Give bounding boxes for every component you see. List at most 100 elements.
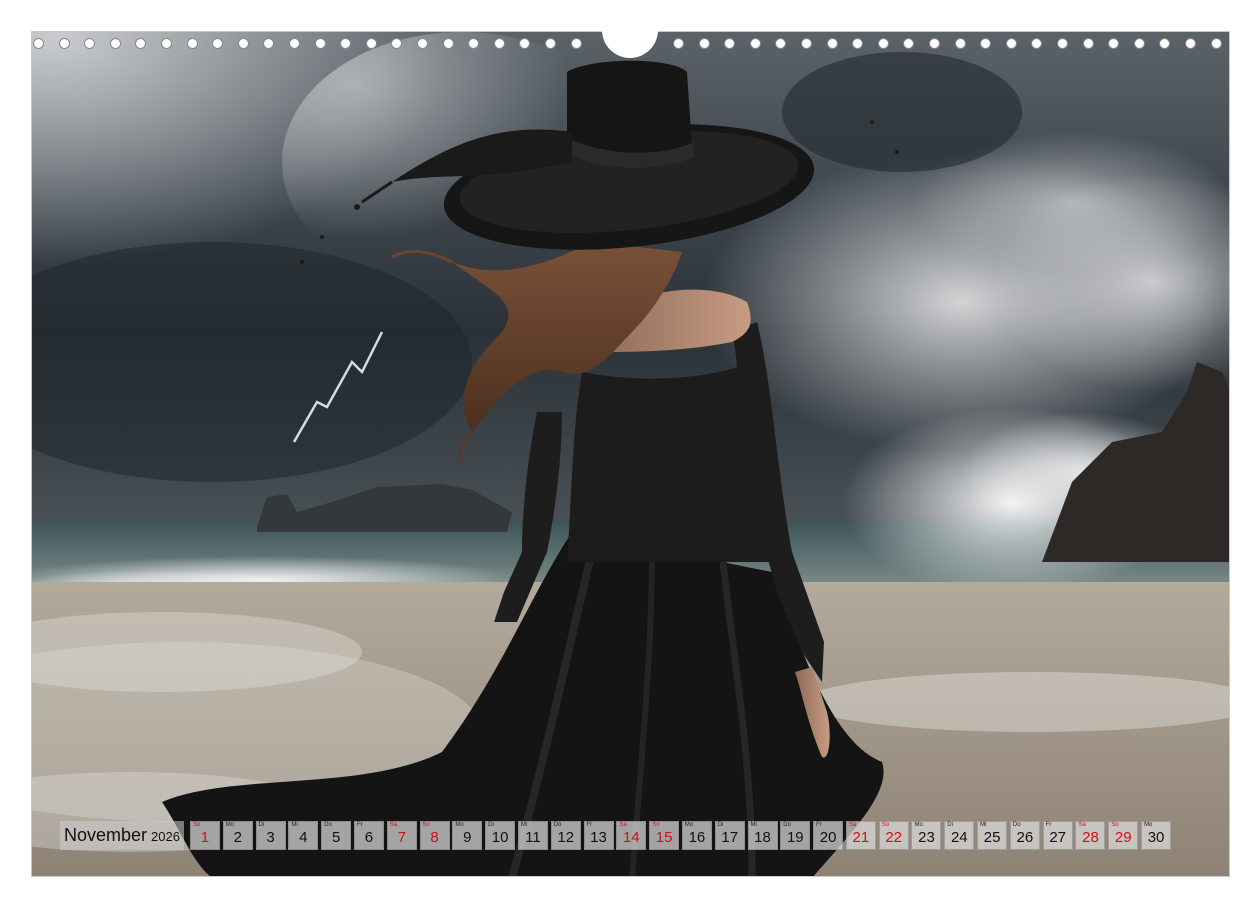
day-number: 11 [525, 829, 541, 846]
day-weekday: Mo [455, 822, 464, 828]
day-weekday: Fr [586, 822, 593, 828]
day-cell: Do 19 [780, 821, 811, 850]
binding-hole [1185, 38, 1196, 49]
binding-hole [1005, 38, 1017, 49]
day-cell: Sa 7 [386, 821, 417, 850]
day-weekday: Fr [816, 822, 822, 828]
day-weekday: So [192, 822, 201, 828]
binding-hole [391, 38, 403, 49]
day-number: 12 [557, 829, 575, 846]
month-label: November 2026 [60, 821, 184, 850]
day-weekday: Mi [980, 822, 987, 828]
day-number: 13 [590, 829, 607, 846]
day-weekday: Sa [848, 822, 857, 828]
day-weekday: Di [488, 822, 494, 828]
day-number: 6 [364, 829, 374, 846]
day-cell: So 8 [419, 821, 450, 850]
day-weekday: Do [1012, 822, 1021, 828]
day-weekday: So [652, 822, 660, 828]
binding-hole [980, 38, 992, 49]
day-cell: Di 24 [944, 821, 975, 850]
day-weekday: So [1111, 822, 1119, 828]
day-number: 17 [721, 829, 739, 846]
binding-hole [135, 38, 147, 49]
day-weekday: Di [717, 822, 724, 828]
binding-hole [1108, 38, 1120, 49]
day-weekday: Di [947, 822, 953, 828]
binding-hole [852, 38, 864, 49]
day-cell: Fr 6 [353, 821, 384, 850]
day-cell: Do 12 [550, 821, 581, 850]
day-number: 8 [430, 829, 439, 846]
day-cell: Mo 2 [222, 821, 253, 850]
day-weekday: Do [324, 822, 332, 828]
binding-hole [161, 38, 172, 49]
day-weekday: Mo [914, 822, 923, 828]
day-weekday: Mi [520, 822, 528, 828]
day-cell: Sa 21 [845, 821, 876, 850]
day-weekday: Fr [356, 822, 363, 828]
day-cell: Sa 28 [1075, 821, 1106, 850]
day-cell: Mi 25 [977, 821, 1008, 850]
day-cell: So 1 [189, 821, 220, 850]
day-number: 18 [754, 829, 771, 846]
binding-hole [929, 38, 940, 49]
binding-hole [877, 38, 889, 49]
binding-hole [1031, 38, 1043, 49]
day-cell: Do 5 [321, 821, 352, 850]
day-cell: Do 26 [1009, 821, 1040, 850]
day-weekday: Sa [389, 822, 398, 828]
day-number: 29 [1114, 829, 1132, 846]
binding-hole [33, 38, 44, 49]
day-cell: Di 3 [255, 821, 286, 850]
binding-hole [442, 38, 454, 49]
day-cell: So 15 [649, 821, 680, 850]
photo-stormy-beach-woman [31, 31, 1230, 877]
day-cell: Sa 14 [616, 821, 647, 850]
binding-hole [314, 38, 326, 49]
day-cell: Mo 9 [452, 821, 483, 850]
binding-hole [545, 38, 556, 49]
day-weekday: Mo [1144, 822, 1153, 828]
day-number: 27 [1049, 829, 1067, 846]
calendar-strip: November 2026 So 1 Mo 2 Di 3 Mi 4 Do 5 Fr 6 Sa 7 So 8 Mo… [60, 821, 1174, 850]
day-number: 4 [299, 829, 308, 846]
day-cell: Mo 23 [911, 821, 942, 850]
day-number: 1 [200, 829, 210, 846]
day-number: 3 [266, 829, 275, 846]
day-weekday: Mi [291, 822, 298, 828]
binding-hole [519, 38, 531, 49]
day-cell: Fr 27 [1042, 821, 1073, 850]
binding-hole [749, 38, 761, 49]
day-weekday: Mo [225, 822, 235, 828]
binding-hole [775, 38, 787, 49]
binding-hole [1133, 38, 1145, 49]
binding-hole [724, 38, 736, 49]
binding-hole [1159, 38, 1171, 49]
binding-hole [826, 38, 838, 49]
day-weekday: Sa [619, 822, 627, 828]
day-number: 23 [918, 829, 935, 846]
day-cell: Mi 11 [517, 821, 548, 850]
day-number: 20 [819, 829, 837, 846]
binding-hole [1082, 38, 1094, 49]
day-weekday: Sa [1078, 822, 1086, 828]
day-number: 9 [463, 829, 472, 846]
day-cell: Mi 4 [288, 821, 319, 850]
day-number: 7 [397, 829, 406, 846]
binding-hole [493, 38, 505, 49]
day-weekday: So [881, 822, 890, 828]
day-cell: Mo 16 [681, 821, 712, 850]
day-number: 28 [1082, 829, 1099, 846]
day-cell: Di 17 [714, 821, 745, 850]
day-number: 2 [233, 829, 242, 846]
binding-hole [289, 38, 300, 49]
day-cell: Mi 18 [747, 821, 778, 850]
binding-hole [417, 38, 428, 49]
day-weekday: Mo [684, 822, 694, 828]
day-cell: Fr 13 [583, 821, 614, 850]
day-number: 15 [655, 829, 673, 846]
day-weekday: So [422, 822, 430, 828]
day-number: 22 [885, 829, 903, 846]
day-cell: Di 10 [485, 821, 516, 850]
